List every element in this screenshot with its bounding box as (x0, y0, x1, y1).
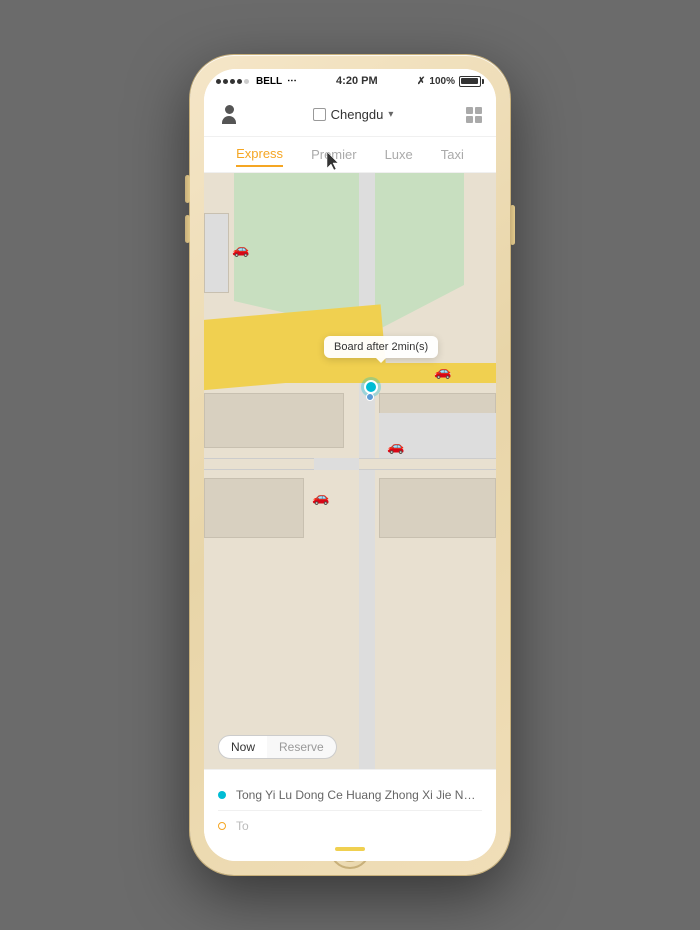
app-header: Chengdu ▾ (204, 93, 496, 137)
grid-cell-1 (466, 107, 473, 114)
city-checkbox-icon (313, 108, 326, 121)
tab-bar: Express Premier Luxe Taxi (204, 137, 496, 173)
battery-icon (459, 76, 484, 87)
status-right: ✗ 100% (417, 76, 484, 87)
board-tooltip: Board after 2min(s) (324, 336, 438, 358)
signal-dot-4 (237, 79, 242, 84)
volume-up-button[interactable] (185, 175, 190, 203)
map-car-3: 🚗 (387, 438, 404, 455)
destination-placeholder: To (236, 819, 482, 833)
now-button[interactable]: Now (218, 735, 268, 759)
phone-frame: BELL ⋅⋅⋅ 4:20 PM ✗ 100% (190, 55, 510, 875)
signal-dot-2 (223, 79, 228, 84)
tab-luxe[interactable]: Luxe (385, 143, 413, 166)
location-dot-current (364, 380, 378, 394)
tab-taxi[interactable]: Taxi (441, 143, 464, 166)
wifi-icon: ⋅⋅⋅ (287, 76, 297, 87)
phone-screen: BELL ⋅⋅⋅ 4:20 PM ✗ 100% (204, 69, 496, 861)
road-vertical-bottom (359, 478, 375, 548)
grid-cell-4 (475, 116, 482, 123)
city-block-5 (204, 213, 229, 293)
map-background (204, 173, 496, 769)
battery-tip (482, 79, 484, 84)
signal-dot-3 (230, 79, 235, 84)
road-vertical (359, 173, 375, 769)
city-dropdown-arrow: ▾ (388, 109, 393, 120)
avatar-head (225, 105, 234, 114)
map-car-2: 🚗 (434, 363, 451, 380)
location-dot-destination (366, 393, 374, 401)
tab-premier-wrapper: Premier (311, 146, 357, 164)
volume-down-button[interactable] (185, 215, 190, 243)
battery-body (459, 76, 481, 87)
tab-premier[interactable]: Premier (311, 143, 357, 166)
reserve-button[interactable]: Reserve (267, 735, 337, 759)
city-block-3 (204, 478, 304, 538)
city-block-4 (379, 478, 496, 538)
signal-dot-5 (244, 79, 249, 84)
pickup-address: Tong Yi Lu Dong Ce Huang Zhong Xi Jie Na… (236, 788, 482, 802)
city-selector[interactable]: Chengdu ▾ (313, 107, 394, 122)
status-left: BELL ⋅⋅⋅ (216, 76, 297, 87)
destination-input-row[interactable]: To (218, 811, 482, 841)
grid-cell-3 (466, 116, 473, 123)
map-area[interactable]: 🚗 🚗 🚗 🚗 Board after 2min(s) Now Reserve (204, 173, 496, 769)
city-name: Chengdu (331, 107, 384, 122)
road-vertical-lower (359, 393, 375, 458)
signal-dots (216, 79, 250, 84)
city-block-1 (204, 393, 344, 448)
signal-dot-1 (216, 79, 221, 84)
bluetooth-icon: ✗ (417, 76, 425, 87)
carrier-label: BELL (256, 76, 282, 87)
menu-grid-button[interactable] (466, 107, 482, 123)
avatar-body (222, 116, 236, 124)
map-car-1: 🚗 (232, 241, 249, 258)
road-intersect (314, 458, 359, 470)
road-horizontal-main (204, 363, 496, 383)
map-time-selector: Now Reserve (218, 735, 337, 759)
battery-percent: 100% (429, 76, 455, 87)
grid-cell-2 (475, 107, 482, 114)
bottom-panel: Tong Yi Lu Dong Ce Huang Zhong Xi Jie Na… (204, 769, 496, 861)
status-bar: BELL ⋅⋅⋅ 4:20 PM ✗ 100% (204, 69, 496, 93)
pickup-dot-icon (218, 791, 226, 799)
pickup-input-row[interactable]: Tong Yi Lu Dong Ce Huang Zhong Xi Jie Na… (218, 780, 482, 811)
tab-express[interactable]: Express (236, 142, 283, 167)
destination-dot-icon (218, 822, 226, 830)
bottom-indicator (335, 847, 365, 851)
battery-fill (461, 78, 478, 84)
map-car-4: 🚗 (312, 489, 329, 506)
power-button[interactable] (510, 205, 515, 245)
status-time: 4:20 PM (336, 75, 378, 87)
user-avatar-button[interactable] (218, 104, 240, 126)
board-tooltip-text: Board after 2min(s) (334, 341, 428, 353)
